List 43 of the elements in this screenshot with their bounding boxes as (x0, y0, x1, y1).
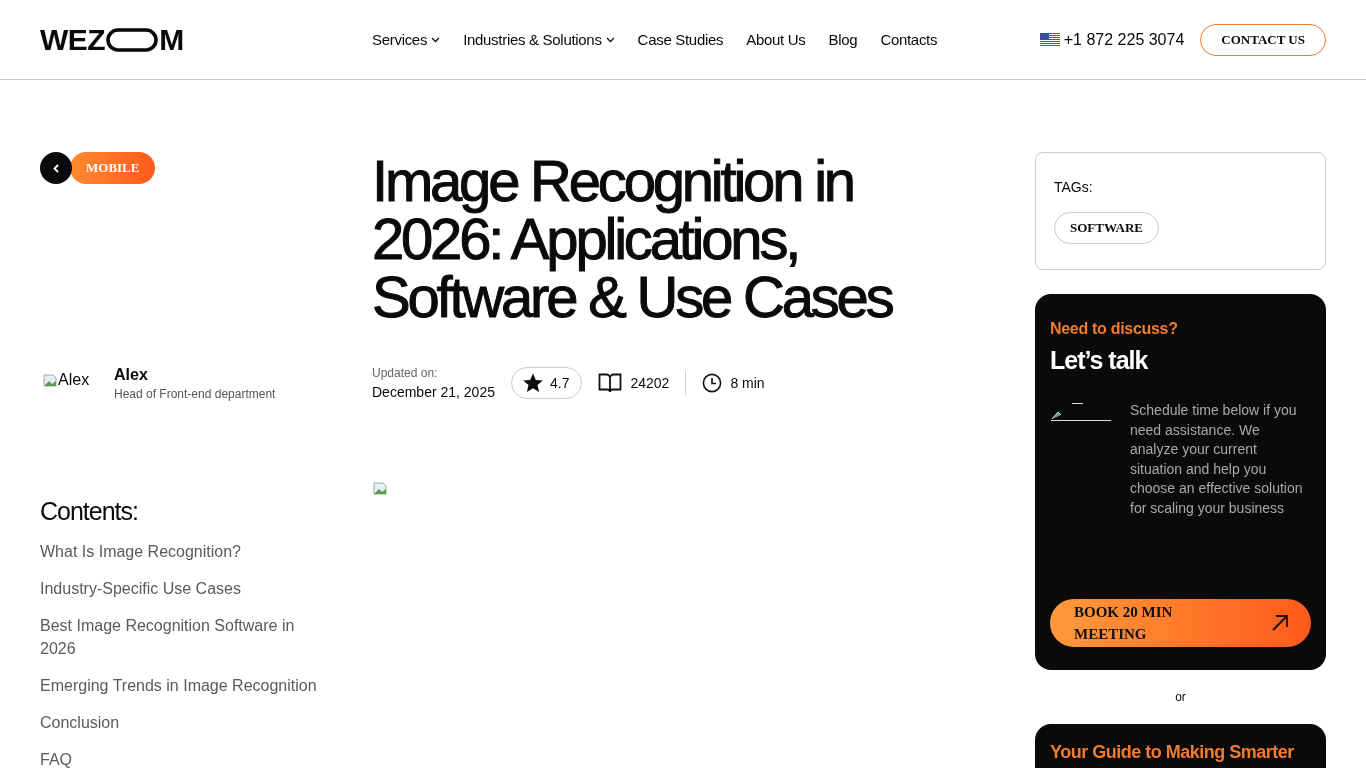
card-text: Schedule time below if you need assistance. We analyze your current situation and help you choose an effective solution for scaling your business (1130, 401, 1304, 518)
chevron-down-icon (605, 36, 615, 43)
read-time: 8 min (730, 375, 765, 391)
chevron-left-icon (53, 163, 59, 173)
nav-link[interactable]: About Us (746, 31, 806, 48)
nav-link[interactable]: Industries & Solutions (463, 31, 615, 48)
nav-link[interactable]: Blog (828, 31, 858, 48)
nav-link[interactable]: Case Studies (637, 31, 724, 48)
star-icon (521, 372, 544, 394)
nav-link[interactable]: Contacts (880, 31, 938, 48)
updated-date: December 21, 2025 (372, 384, 495, 400)
clock-icon (702, 373, 723, 393)
article-title: Image Recognition in 2026: Applications, Software & Use Cases (372, 152, 893, 326)
broken-image-icon (1050, 401, 1112, 421)
author-role: Head of Front-end department (114, 387, 276, 401)
contents-link[interactable]: Industry-Specific Use Cases (40, 577, 330, 600)
guide-title: Your Guide to Making Smarter (1050, 741, 1295, 763)
nav-link[interactable]: Services (372, 31, 441, 48)
back-button[interactable] (40, 152, 72, 184)
contents-link[interactable]: Conclusion (40, 711, 330, 734)
author-photo: Alex (42, 358, 94, 401)
article-image-icon (372, 480, 388, 496)
contents-title: Contents: (40, 497, 139, 526)
broken-image-icon (42, 371, 58, 388)
logo[interactable]: WEZ M (40, 24, 372, 55)
card-kicker: Need to discuss? (1050, 320, 1179, 338)
author-name: Alex (114, 366, 149, 384)
chevron-down-icon (431, 36, 441, 43)
book-icon (598, 372, 623, 394)
phone-link[interactable]: +1 872 225 3074 (1039, 30, 1185, 49)
contact-button[interactable]: CONTACT US (1200, 23, 1326, 56)
flag-icon (1039, 32, 1060, 47)
views-count: 24202 (630, 375, 670, 391)
contents-link[interactable]: Best Image Recognition Software in 2026 (40, 614, 330, 660)
contents-link[interactable]: FAQ (40, 748, 330, 768)
tags-title: TAGs: (1054, 179, 1094, 195)
book-meeting-button[interactable]: BOOK 20 MIN MEETING (1050, 598, 1311, 647)
updated-label: Updated on: (372, 366, 439, 380)
arrow-icon (1271, 613, 1289, 632)
card-title: Let’s talk (1050, 346, 1149, 375)
or-divider-text: or (1174, 689, 1187, 704)
contents-link[interactable]: What Is Image Recognition? (40, 540, 330, 563)
contents-link[interactable]: Emerging Trends in Image Recognition (40, 674, 330, 697)
